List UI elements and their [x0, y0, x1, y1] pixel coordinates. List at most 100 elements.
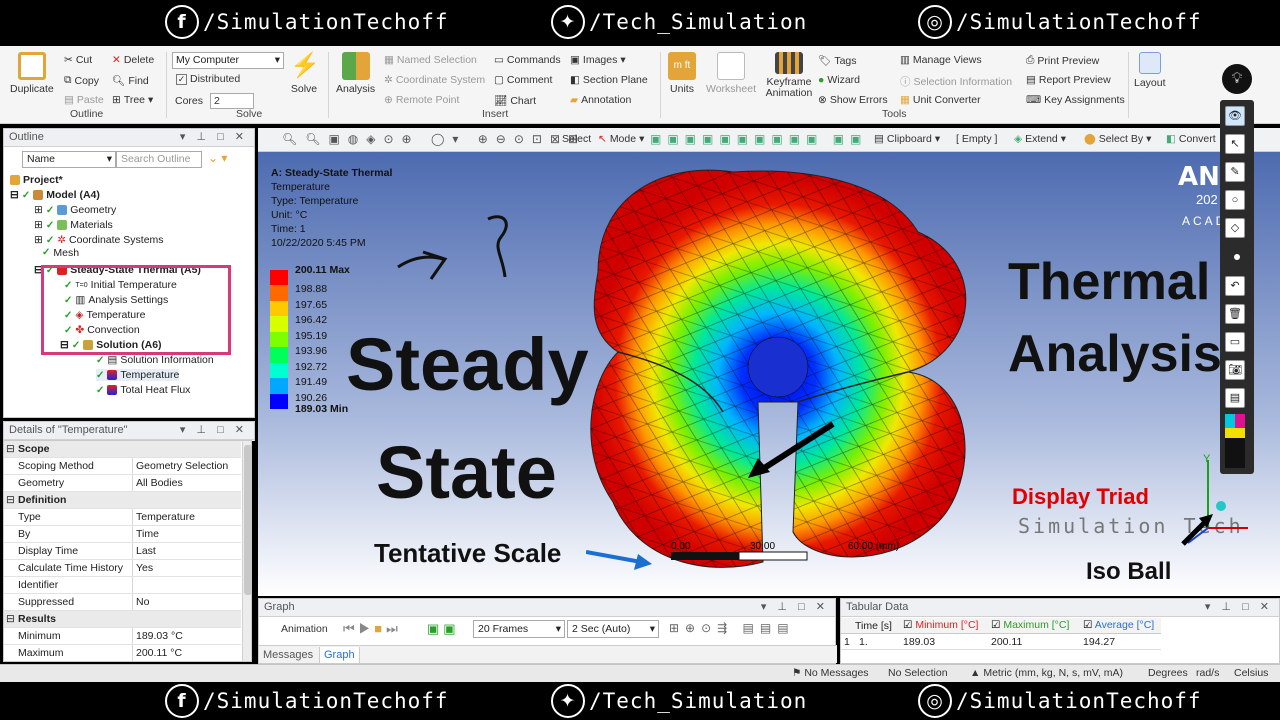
- images-button[interactable]: ▣ Images ▾: [570, 54, 626, 66]
- cores-field[interactable]: Cores 2: [175, 93, 255, 109]
- color-palette-icon[interactable]: [1225, 414, 1245, 468]
- tree-item-mesh[interactable]: ✓ Mesh: [42, 248, 79, 257]
- wizard-button[interactable]: ● Wizard: [818, 74, 860, 86]
- graphics-viewport[interactable]: A: Steady-State Thermal Temperature Type…: [258, 152, 1280, 596]
- computer-select[interactable]: My Computer ▾: [172, 52, 284, 69]
- clipboard-tool-icon[interactable]: ▤: [1225, 388, 1245, 408]
- eraser-icon[interactable]: ◇: [1225, 218, 1245, 238]
- col-minimum[interactable]: ☑ Minimum [°C]: [903, 619, 978, 631]
- tab-messages[interactable]: Messages: [263, 649, 313, 661]
- outline-filter-select[interactable]: Name ▾: [22, 151, 116, 168]
- details-value[interactable]: Geometry Selection: [132, 458, 241, 474]
- select-by-button[interactable]: ⬤ Select By ▾: [1084, 133, 1151, 145]
- tab-graph[interactable]: Graph: [319, 647, 360, 664]
- scrollbar-thumb[interactable]: [244, 445, 251, 595]
- thermal-model[interactable]: 0.00 30.00 60.00 (mm): [558, 152, 998, 596]
- view-tools-icons[interactable]: 🔍︎🔍︎▣◍◈⊙⊕ ◯▾ ⊕⊖⊙⊡⊠⊞: [282, 132, 586, 146]
- mode-button[interactable]: ↖ Mode ▾: [598, 133, 644, 145]
- manage-views-button[interactable]: ▥ Manage Views: [900, 54, 982, 66]
- details-value[interactable]: Temperature: [132, 509, 241, 525]
- details-row[interactable]: Suppressed No: [4, 594, 241, 611]
- panel-controls-icon[interactable]: ▾ ⊥ □ ✕: [180, 423, 248, 436]
- details-row[interactable]: Identifier: [4, 577, 241, 594]
- show-errors-button[interactable]: ⊗ Show Errors: [818, 94, 888, 106]
- details-row[interactable]: Maximum 200.11 °C: [4, 645, 241, 661]
- tree-button[interactable]: ⊞ Tree ▾: [112, 94, 153, 106]
- find-button[interactable]: 🔍︎ Find: [112, 74, 149, 88]
- board-icon[interactable]: ▭: [1225, 332, 1245, 352]
- col-maximum[interactable]: ☑ Maximum [°C]: [991, 619, 1069, 631]
- selection-information-button[interactable]: ⓘ Selection Information: [900, 74, 1012, 89]
- help-bulb-icon[interactable]: 💡︎: [1222, 64, 1252, 94]
- extend-button[interactable]: ◈ Extend ▾: [1014, 133, 1066, 145]
- paste-button[interactable]: ▤ Paste: [64, 94, 104, 106]
- search-outline-input[interactable]: Search Outline: [116, 151, 202, 168]
- units-status[interactable]: ▲ Metric (mm, kg, N, s, mV, mA): [970, 667, 1123, 679]
- dot-size-icon[interactable]: [1234, 254, 1240, 260]
- details-value[interactable]: No: [132, 594, 241, 610]
- select-button[interactable]: Select: [562, 133, 591, 145]
- remote-point-button[interactable]: ⊕ Remote Point: [384, 94, 459, 106]
- coordinate-system-button[interactable]: ✲ Coordinate System: [384, 74, 485, 86]
- section-plane-button[interactable]: ◧ Section Plane: [570, 74, 648, 86]
- named-selection-button[interactable]: ▦ Named Selection: [384, 54, 477, 66]
- temp-unit-status[interactable]: Celsius: [1234, 667, 1268, 679]
- playback-controls[interactable]: ⏮▶■⏭: [343, 621, 402, 637]
- cut-button[interactable]: ✂ Cut: [64, 54, 92, 66]
- key-assignments-button[interactable]: ⌨ Key Assignments: [1026, 94, 1125, 106]
- tree-item-materials[interactable]: ⊞ ✓ Materials: [34, 219, 113, 231]
- details-value[interactable]: [132, 577, 241, 593]
- report-preview-button[interactable]: ▤ Report Preview: [1026, 74, 1111, 86]
- iso-ball-icon[interactable]: [1216, 501, 1226, 511]
- details-value[interactable]: 200.11 °C: [132, 645, 241, 661]
- layout-button[interactable]: Layout: [1134, 52, 1166, 89]
- panel-controls-icon[interactable]: ▾ ⊥ □ ✕: [1205, 600, 1273, 613]
- details-row[interactable]: Calculate Time History Yes: [4, 560, 241, 577]
- annotation-button[interactable]: ▰ Annotation: [570, 94, 631, 106]
- col-average[interactable]: ☑ Average [°C]: [1083, 619, 1154, 631]
- tree-item-temperature-result[interactable]: ✓ Temperature: [96, 369, 180, 381]
- collapse-icon[interactable]: ⊟: [6, 443, 15, 455]
- selection-filter-icons[interactable]: ▣▣▣▣▣▣▣▣▣▣ ▣▣: [650, 132, 867, 146]
- details-row[interactable]: Display Time Last: [4, 543, 241, 560]
- details-value[interactable]: Time: [132, 526, 241, 542]
- clipboard-button[interactable]: ▤ Clipboard ▾: [874, 133, 940, 145]
- keyframe-animation-button[interactable]: Keyframe Animation: [764, 52, 814, 99]
- cores-input[interactable]: 2: [210, 93, 255, 109]
- duplicate-button[interactable]: Duplicate: [10, 52, 54, 95]
- unit-converter-button[interactable]: ▦ Unit Converter: [900, 94, 981, 106]
- details-row[interactable]: By Time: [4, 526, 241, 543]
- commands-button[interactable]: ▭ Commands: [494, 54, 561, 66]
- angle-unit-status[interactable]: Degrees: [1148, 667, 1188, 679]
- worksheet-button[interactable]: Worksheet: [706, 52, 756, 95]
- eye-icon[interactable]: 👁︎: [1225, 106, 1245, 126]
- tree-item-total-heat-flux[interactable]: ✓ Total Heat Flux: [96, 384, 190, 396]
- analysis-button[interactable]: Analysis: [336, 52, 375, 95]
- details-scrollbar[interactable]: [242, 441, 251, 661]
- details-value[interactable]: All Bodies: [132, 475, 241, 491]
- details-value[interactable]: Yes: [132, 560, 241, 576]
- copy-button[interactable]: ⧉ Copy: [64, 74, 99, 87]
- table-row[interactable]: 1 1. 189.03 200.11 194.27: [841, 634, 1161, 650]
- units-button[interactable]: m ft Units: [668, 52, 696, 95]
- details-value[interactable]: Last: [132, 543, 241, 559]
- tree-item-coordinate-systems[interactable]: ⊞ ✓ ✲ Coordinate Systems: [34, 234, 164, 246]
- stop-icon[interactable]: ■: [374, 621, 386, 636]
- undo-icon[interactable]: ↶: [1225, 276, 1245, 296]
- graph-tools-icons[interactable]: ⊞⊕⊙⇶ ▤▤▤: [669, 621, 795, 635]
- panel-controls-icon[interactable]: ▾ ⊥ □ ✕: [761, 600, 829, 613]
- collapse-icon[interactable]: ⊟: [6, 613, 15, 625]
- details-row[interactable]: Geometry All Bodies: [4, 475, 241, 492]
- pointer-icon[interactable]: ↖: [1225, 134, 1245, 154]
- tree-item-model[interactable]: ⊟ ✓ Model (A4): [10, 189, 100, 201]
- tree-item-geometry[interactable]: ⊞ ✓ Geometry: [34, 204, 116, 216]
- circle-tool-icon[interactable]: ○: [1225, 190, 1245, 210]
- messages-status[interactable]: ⚑ No Messages: [792, 667, 869, 679]
- frames-select[interactable]: 20 Frames ▾: [473, 620, 565, 638]
- tree-item-project[interactable]: Project*: [10, 174, 63, 186]
- filter-icon[interactable]: ⌄ ▾: [208, 151, 227, 165]
- convert-button[interactable]: ◧ Convert: [1166, 133, 1216, 145]
- comment-button[interactable]: ▢ Comment: [494, 74, 552, 86]
- delete-button[interactable]: ✕ Delete: [112, 54, 154, 66]
- trash-icon[interactable]: 🗑︎: [1225, 304, 1245, 324]
